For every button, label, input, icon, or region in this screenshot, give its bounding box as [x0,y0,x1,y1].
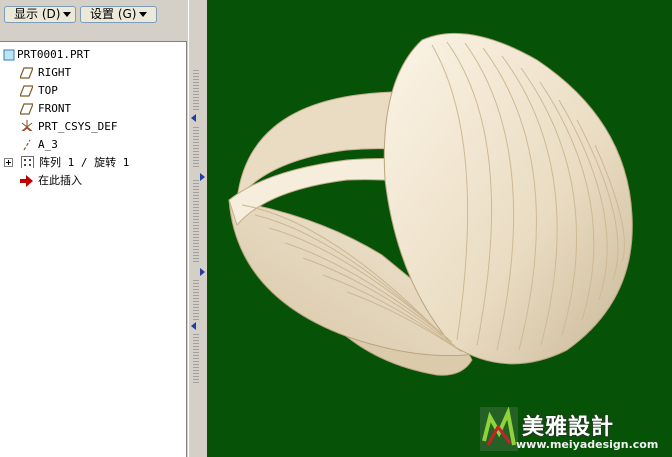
tree-toolbar: 显示 (D) 设置 (G) [0,0,188,28]
coordinate-system-icon [21,120,33,131]
part-icon [3,49,15,61]
expand-right-arrow-icon[interactable] [200,173,205,181]
display-menu-label: 显示 (D) [14,7,61,21]
tree-item-label: A_3 [38,138,58,151]
twisted-ribbon-sphere-icon[interactable] [207,0,672,457]
model-tree[interactable]: PRT0001.PRT RIGHT TOP FRONT PRT_CSYS_DEF… [0,41,187,457]
collapse-left-arrow-icon[interactable] [191,114,196,122]
tree-root-label: PRT0001.PRT [17,48,90,61]
graphics-viewport[interactable]: 美雅設計 www.meiyadesign.com [207,0,672,457]
pattern-icon [21,156,34,168]
meiya-logo-icon [480,407,518,451]
display-menu-button[interactable]: 显示 (D) [4,6,76,23]
datum-plane-icon [20,67,33,79]
chevron-down-icon [139,12,148,17]
panel-splitter[interactable] [188,0,206,457]
collapse-left-arrow-icon[interactable] [191,322,196,330]
chevron-down-icon [63,12,72,17]
watermark-url: www.meiyadesign.com [516,438,659,451]
splitter-grip[interactable] [193,127,199,167]
expand-plus-icon[interactable] [4,158,17,170]
splitter-grip[interactable] [193,334,199,384]
datum-plane-icon [20,85,33,97]
tree-item-label: 阵列 1 / 旋转 1 [39,156,130,169]
insert-here-arrow-icon [20,175,33,187]
tree-item-label: TOP [38,84,58,97]
splitter-grip[interactable] [193,180,199,264]
watermark-title: 美雅設計 [522,415,615,440]
expand-right-arrow-icon[interactable] [200,268,205,276]
splitter-grip[interactable] [193,280,199,320]
datum-plane-icon [20,103,33,115]
tree-item-label: RIGHT [38,66,72,79]
watermark: 美雅設計 www.meiyadesign.com [476,405,672,457]
settings-menu-button[interactable]: 设置 (G) [80,6,157,23]
tree-item-label: 在此插入 [38,174,82,187]
datum-axis-icon [23,139,31,151]
model-tree-panel: 显示 (D) 设置 (G) PRT0001.PRT RIGHT TOP FRON… [0,0,206,457]
settings-menu-label: 设置 (G) [90,7,137,21]
splitter-grip[interactable] [193,70,199,112]
tree-item-label: FRONT [38,102,72,115]
tree-item-label: PRT_CSYS_DEF [38,120,118,133]
